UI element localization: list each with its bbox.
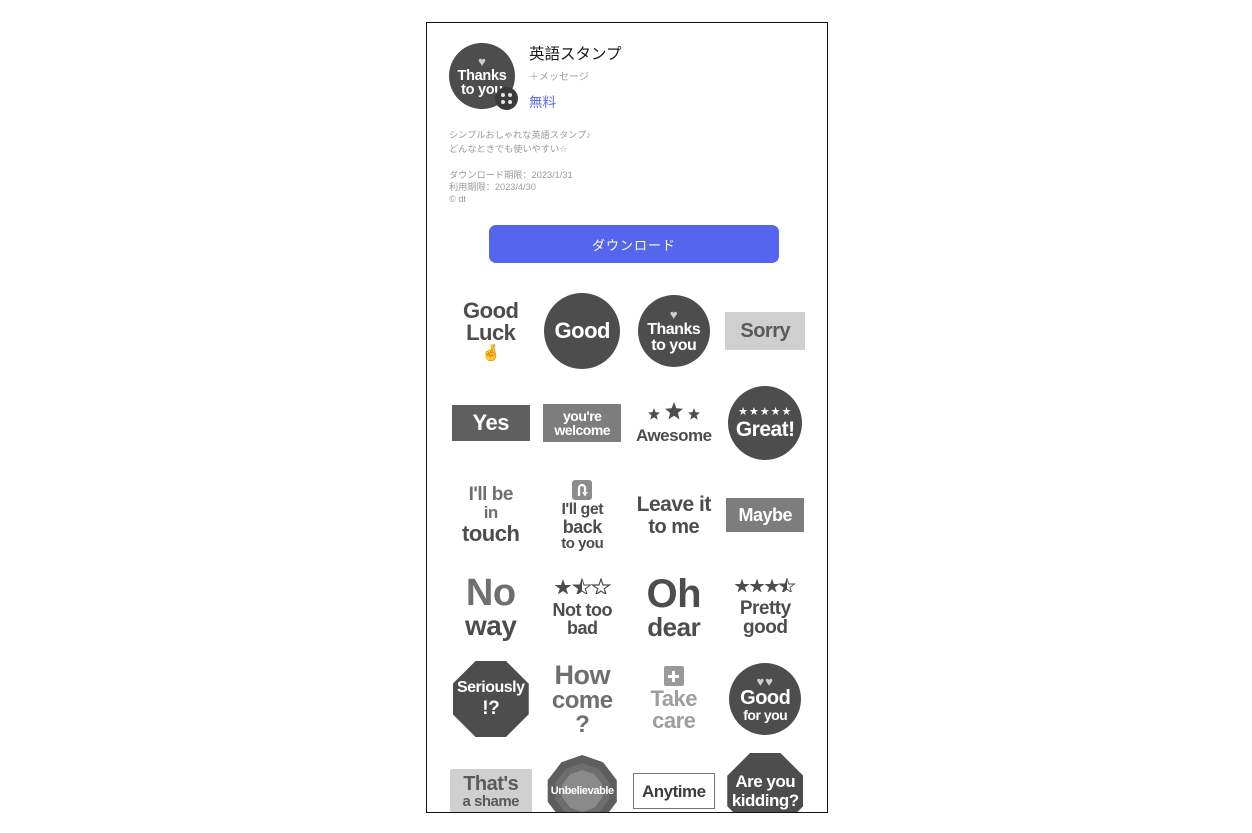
sticker-line: That's [463, 772, 519, 795]
sticker-line: in [483, 503, 499, 522]
sticker-line: Seriously [456, 679, 525, 696]
sticker-take-care[interactable]: Take care [628, 655, 720, 743]
sticker-line: good [743, 616, 788, 638]
sticker-pretty-good[interactable]: Pretty good [720, 563, 812, 651]
awesome-stars-icon [636, 402, 712, 426]
sticker-unbelievable[interactable]: Unbelievable [537, 747, 629, 812]
avatar[interactable]: ♥ Thanks to you [449, 43, 518, 110]
sticker-line: I'll get [561, 500, 604, 518]
sticker-line: Yes [472, 410, 510, 435]
crossed-fingers-icon: 🤞 [481, 345, 501, 362]
decagon-outer [547, 755, 617, 812]
hearts-icon: ♥♥ [756, 674, 774, 689]
sticker-maybe[interactable]: Maybe [720, 471, 812, 559]
message-badge-icon [495, 87, 518, 110]
sticker-header: ♥ Thanks to you 英語スタンプ ＋メッセージ 無料 [427, 23, 827, 111]
sticker-line: touch [462, 521, 520, 546]
sticker-line: Are you [735, 772, 796, 791]
sticker-line: to me [648, 515, 700, 538]
sticker-youre-welcome[interactable]: you're welcome [537, 379, 629, 467]
sticker-line: Take [650, 686, 697, 711]
sticker-line: back [562, 516, 603, 537]
heart-icon: ♥ [478, 54, 486, 69]
sticker-line: a shame [462, 792, 520, 810]
sticker-line: to you [651, 336, 697, 354]
five-stars-icon: ★★★★★ [738, 405, 793, 418]
medical-cross-icon [663, 666, 684, 686]
sticker-leave-it-to-me[interactable]: Leave it to me [628, 471, 720, 559]
rating-stars-icon [734, 576, 797, 596]
sticker-line: to you [561, 534, 604, 552]
price-label: 無料 [529, 95, 556, 110]
description-line-1: シンプルおしゃれな英語スタンプ♪ [449, 130, 591, 140]
sticker-thanks-to-you[interactable]: ♥ Thanks to you [628, 287, 720, 375]
sticker-how-come[interactable]: How come ? [537, 655, 629, 743]
sticker-grid: Good Luck 🤞 Good ♥ Thanks to you Sorry Y… [445, 287, 812, 812]
sticker-are-you-kidding[interactable]: Are you kidding? [720, 747, 812, 812]
download-deadline: ダウンロード期限：2023/1/31 [449, 170, 573, 180]
sticker-line: dear [647, 612, 701, 642]
sticker-line: Anytime [641, 781, 706, 801]
sticker-line: Maybe [738, 505, 793, 525]
sticker-line: Luck [466, 320, 516, 345]
sticker-line: ? [575, 710, 590, 738]
usage-deadline: 利用期限：2023/4/30 [449, 182, 536, 193]
sticker-line: way [465, 610, 517, 641]
download-button[interactable]: ダウンロード [489, 225, 779, 263]
sticker-sorry[interactable]: Sorry [720, 287, 812, 375]
sticker-line: Oh [646, 572, 702, 616]
sticker-detail-page: ♥ Thanks to you 英語スタンプ ＋メッセージ 無料 シンプルおしゃ… [426, 22, 828, 813]
sticker-ill-get-back-to-you[interactable]: I'll get back to you [537, 471, 629, 559]
sticker-subtitle: ＋メッセージ [529, 72, 589, 83]
sticker-line: No [465, 572, 516, 614]
page-title: 英語スタンプ [529, 46, 622, 63]
sticker-line: Sorry [740, 320, 791, 342]
sticker-line: Awesome [635, 426, 712, 445]
sticker-line: for you [743, 707, 788, 723]
rating-stars-icon [553, 576, 612, 598]
sticker-line: care [652, 708, 696, 733]
sticker-line: Thanks [647, 320, 701, 338]
meta-block: ダウンロード期限：2023/1/31 利用期限：2023/4/30 © dt [449, 169, 789, 206]
sticker-line: kidding? [731, 791, 799, 810]
avatar-line1: Thanks [457, 68, 507, 84]
description-line-2: どんなときでも使いやすい☆ [449, 143, 568, 154]
sticker-seriously[interactable]: Seriously !? [445, 655, 537, 743]
sticker-line: !? [482, 698, 500, 719]
sticker-line: Good [740, 687, 791, 709]
sticker-ill-be-in-touch[interactable]: I'll be in touch [445, 471, 537, 559]
sticker-good-for-you[interactable]: ♥♥ Good for you [720, 655, 812, 743]
sticker-no-way[interactable]: No way [445, 563, 537, 651]
sticker-line: How [554, 659, 610, 690]
uturn-arrow-icon [572, 479, 593, 500]
sticker-line: Good [554, 318, 611, 343]
description-block: シンプルおしゃれな英語スタンプ♪ どんなときでも使いやすい☆ ダウンロード期限：… [449, 129, 789, 206]
sticker-not-too-bad[interactable]: Not too bad [537, 563, 629, 651]
sticker-good[interactable]: Good [537, 287, 629, 375]
sticker-line: Good [463, 298, 519, 323]
sticker-line: come [551, 686, 613, 714]
sticker-line: Great! [735, 417, 795, 441]
sticker-line: welcome [554, 422, 611, 438]
copyright: © dt [449, 194, 466, 205]
sticker-yes[interactable]: Yes [445, 379, 537, 467]
sticker-thats-a-shame[interactable]: That's a shame [445, 747, 537, 812]
heart-icon: ♥ [669, 306, 678, 322]
sticker-line: Pretty [739, 597, 791, 619]
sticker-good-luck[interactable]: Good Luck 🤞 [445, 287, 537, 375]
sticker-oh-dear[interactable]: Oh dear [628, 563, 720, 651]
sticker-great[interactable]: ★★★★★ Great! [720, 379, 812, 467]
sticker-info: 英語スタンプ ＋メッセージ 無料 [529, 43, 622, 111]
sticker-line: Not too [552, 599, 613, 620]
sticker-anytime[interactable]: Anytime [628, 747, 720, 812]
sticker-line: bad [566, 617, 598, 638]
sticker-line: Unbelievable [550, 785, 614, 797]
sticker-line: Leave it [636, 492, 712, 516]
sticker-line: you're [563, 408, 602, 424]
screenshot-root: ♥ Thanks to you 英語スタンプ ＋メッセージ 無料 シンプルおしゃ… [0, 0, 1252, 833]
sticker-awesome[interactable]: Awesome [628, 379, 720, 467]
sticker-line: I'll be [468, 484, 514, 505]
